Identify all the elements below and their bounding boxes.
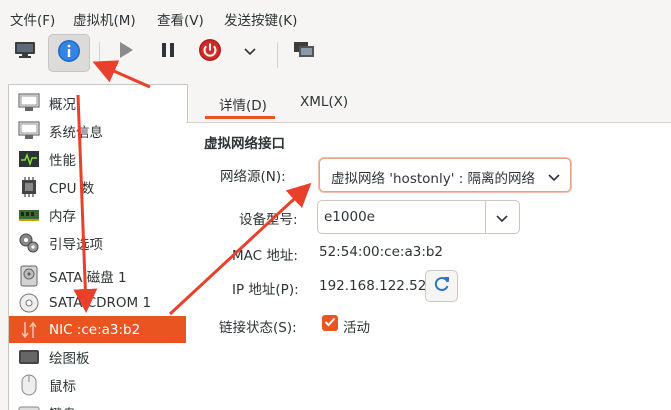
snapshots-icon: [293, 41, 315, 63]
system-info-icon: [18, 120, 40, 142]
nic-icon: [18, 319, 40, 341]
sidebar-item-boot-options[interactable]: 引导选项: [9, 229, 187, 256]
tablet-icon: [18, 346, 40, 368]
console-button[interactable]: [6, 34, 44, 70]
toolbar-separator: [99, 42, 100, 68]
chevron-down-icon: [496, 212, 508, 227]
link-state-value: 活动: [343, 316, 370, 336]
sidebar-item-label: 概况: [49, 93, 76, 113]
sidebar-item-mouse[interactable]: 鼠标: [9, 371, 187, 398]
run-button[interactable]: [108, 34, 144, 70]
tab-xml[interactable]: XML(X): [300, 94, 348, 110]
sidebar-item-overview[interactable]: 概况: [9, 89, 187, 116]
sidebar-item-label: 鼠标: [49, 375, 76, 395]
sidebar-item-memory[interactable]: 内存: [9, 201, 187, 228]
mac-address-label: MAC 地址:: [232, 244, 298, 264]
overview-icon: [18, 92, 40, 114]
checkmark-icon: [324, 316, 336, 331]
cdrom-icon: [18, 292, 40, 314]
sidebar-item-label: 系统信息: [49, 121, 103, 141]
tab-details[interactable]: 详情(D): [219, 94, 267, 114]
link-state-checkbox[interactable]: [322, 315, 338, 331]
chevron-down-icon: [548, 171, 560, 186]
sidebar-item-label: 绘图板: [49, 347, 90, 367]
cpu-icon: [18, 176, 40, 198]
active-tab-indicator: [205, 116, 275, 119]
hardware-list: 概况 系统信息 性能 CPU 数 内存 引导选项 SATA 磁盘 1 SATA …: [8, 84, 188, 410]
device-model-combo[interactable]: e1000e: [317, 200, 520, 234]
sidebar-item-nic[interactable]: NIC :ce:a3:b2: [9, 316, 187, 343]
link-state-label: 链接状态(S):: [219, 316, 297, 336]
device-model-value: e1000e: [324, 209, 375, 225]
menu-send-key[interactable]: 发送按键(K): [224, 9, 297, 29]
network-source-combo[interactable]: 虚拟网络 'hostonly' : 隔离的网络: [319, 158, 571, 192]
menu-vm[interactable]: 虚拟机(M): [73, 9, 136, 29]
refresh-ip-button[interactable]: [425, 270, 458, 302]
sidebar-item-label: 内存: [49, 205, 76, 225]
sidebar-item-label: 引导选项: [49, 233, 103, 253]
toolbar: [0, 34, 671, 76]
chevron-down-icon: [244, 45, 256, 60]
sidebar-item-label: CPU 数: [49, 177, 94, 197]
ip-address-value: 192.168.122.52: [319, 278, 426, 294]
sidebar-item-performance[interactable]: 性能: [9, 145, 187, 172]
pause-icon: [161, 42, 175, 62]
power-icon: [198, 38, 222, 66]
sidebar-item-label: SATA 磁盘 1: [49, 266, 127, 286]
sidebar-item-keyboard[interactable]: 键盘: [9, 399, 187, 410]
sidebar-item-cdrom[interactable]: SATA CDROM 1: [9, 289, 187, 316]
menu-view[interactable]: 查看(V): [157, 9, 204, 29]
console-icon: [14, 41, 36, 63]
sidebar-item-label: NIC :ce:a3:b2: [49, 322, 140, 338]
device-model-label: 设备型号:: [239, 208, 298, 228]
toolbar-separator: [277, 42, 278, 68]
pause-button[interactable]: [150, 34, 186, 70]
sidebar-item-tablet[interactable]: 绘图板: [9, 343, 187, 370]
boot-options-icon: [18, 232, 40, 254]
menu-file[interactable]: 文件(F): [10, 9, 55, 29]
menubar: 文件(F) 虚拟机(M) 查看(V) 发送按键(K): [0, 0, 671, 34]
sidebar-item-label: SATA CDROM 1: [49, 295, 151, 311]
shutdown-menu-button[interactable]: [236, 34, 264, 70]
ip-address-label: IP 地址(P):: [232, 278, 299, 298]
memory-icon: [18, 204, 40, 226]
snapshots-button[interactable]: [286, 34, 322, 70]
network-source-value: 虚拟网络 'hostonly' : 隔离的网络: [331, 167, 535, 187]
sidebar-item-system-info[interactable]: 系统信息: [9, 117, 187, 144]
combo-divider: [485, 201, 486, 233]
network-source-label: 网络源(N):: [220, 165, 286, 185]
sidebar-item-label: 性能: [49, 149, 76, 169]
section-title: 虚拟网络接口: [204, 132, 285, 152]
disk-icon: [18, 265, 40, 287]
mouse-icon: [18, 374, 40, 396]
shutdown-button[interactable]: [192, 34, 228, 70]
mac-address-value: 52:54:00:ce:a3:b2: [319, 244, 443, 260]
info-icon: [57, 39, 81, 67]
run-icon: [118, 41, 134, 63]
details-button[interactable]: [48, 34, 90, 72]
sidebar-item-disk[interactable]: SATA 磁盘 1: [9, 262, 187, 289]
sidebar-item-cpus[interactable]: CPU 数: [9, 173, 187, 200]
refresh-icon: [433, 275, 451, 297]
performance-icon: [18, 148, 40, 170]
